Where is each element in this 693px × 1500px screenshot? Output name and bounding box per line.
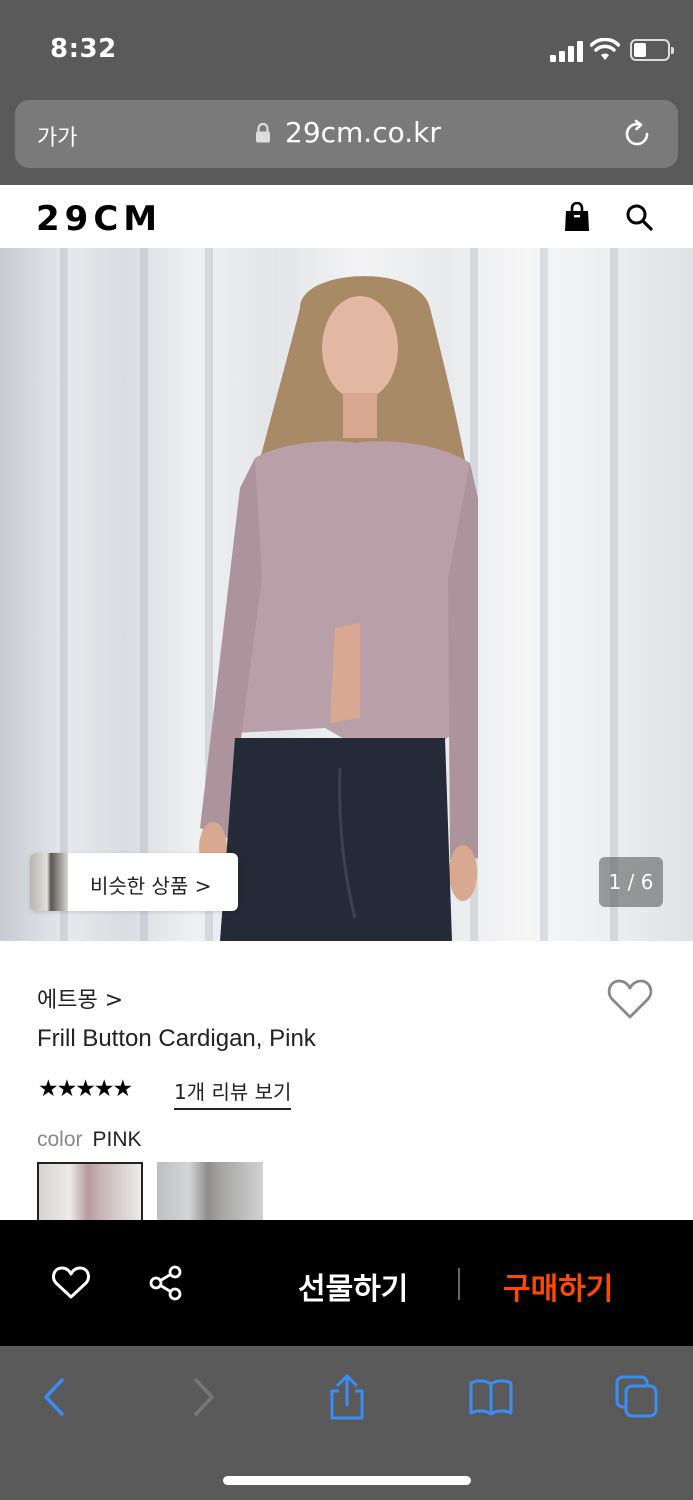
gift-button[interactable]: 선물하기	[298, 1264, 408, 1308]
tabs-icon[interactable]	[614, 1374, 660, 1420]
similar-products-label: 비슷한 상품 >	[90, 874, 212, 898]
similar-products-thumbnail	[30, 853, 68, 911]
back-icon[interactable]	[32, 1374, 78, 1420]
image-pager: 1 / 6	[599, 857, 663, 907]
color-swatch-pink[interactable]	[37, 1162, 143, 1224]
wifi-icon	[590, 38, 620, 60]
lock-icon	[256, 122, 270, 143]
action-divider	[458, 1268, 460, 1300]
site-header: 29CM	[0, 185, 693, 248]
share-icon[interactable]	[148, 1265, 184, 1301]
site-logo[interactable]: 29CM	[36, 199, 162, 239]
status-time: 8:32	[50, 34, 117, 64]
color-option: color PINK	[37, 1128, 142, 1152]
url-text[interactable]: 29cm.co.kr	[285, 116, 441, 149]
model-photo	[199, 276, 478, 941]
text-size-button[interactable]: 가가	[37, 120, 77, 152]
brand-link[interactable]: 에트몽 >	[37, 982, 123, 1014]
safari-toolbar	[0, 1346, 693, 1500]
forward-icon[interactable]	[180, 1374, 226, 1420]
buy-button[interactable]: 구매하기	[503, 1264, 613, 1308]
share-sheet-icon[interactable]	[324, 1374, 370, 1420]
product-name: Frill Button Cardigan, Pink	[37, 1025, 316, 1052]
search-icon[interactable]	[624, 202, 654, 232]
wishlist-heart-icon[interactable]	[52, 1266, 90, 1300]
similar-products-button[interactable]: 비슷한 상품 >	[30, 853, 238, 911]
home-indicator	[223, 1476, 471, 1485]
address-bar[interactable]: 가가 29cm.co.kr	[15, 100, 678, 168]
bookmarks-icon[interactable]	[468, 1374, 514, 1420]
shopping-bag-icon[interactable]	[563, 202, 591, 232]
reload-icon[interactable]	[621, 118, 653, 150]
product-image-carousel[interactable]: 비슷한 상품 > 1 / 6	[0, 248, 693, 941]
heart-icon[interactable]	[607, 978, 653, 1020]
color-value: PINK	[92, 1128, 142, 1151]
battery-icon	[630, 39, 674, 61]
review-link[interactable]: 1개 리뷰 보기	[174, 1076, 292, 1110]
purchase-action-bar: 선물하기 구매하기	[0, 1220, 693, 1346]
color-label: color	[37, 1128, 83, 1151]
color-swatch-gray[interactable]	[157, 1162, 263, 1224]
rating-stars: ★★★★★	[38, 1076, 133, 1102]
cellular-signal-icon	[550, 40, 584, 62]
status-bar: 8:32 가가 29cm.co.kr	[0, 0, 693, 185]
